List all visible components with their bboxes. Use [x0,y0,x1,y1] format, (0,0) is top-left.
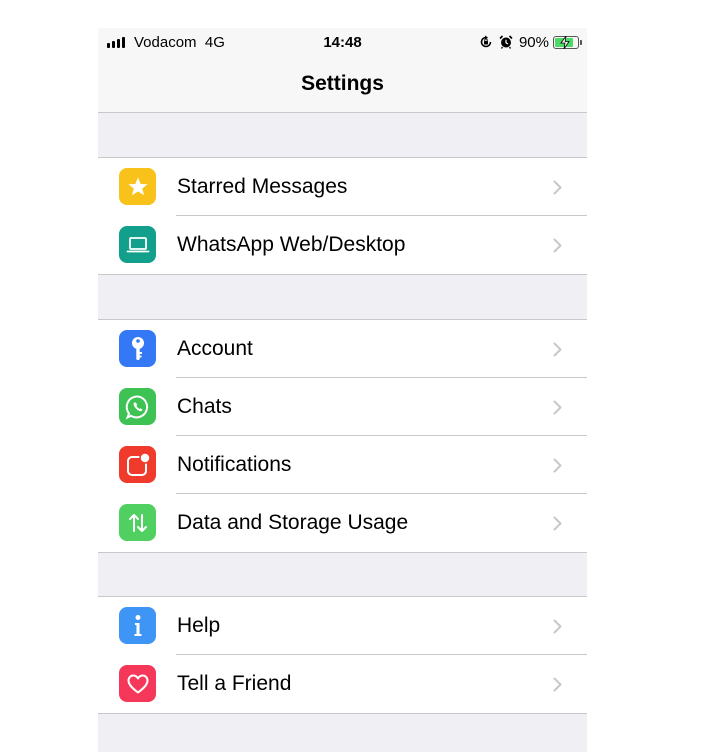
settings-row-account[interactable]: Account [98,320,587,378]
chevron-right-icon [553,458,562,473]
chevron-right-icon [553,677,562,692]
orientation-lock-icon [480,35,492,48]
info-icon [119,607,156,644]
key-icon [119,330,156,367]
battery-charging-icon [553,35,582,49]
settings-row-label: Help [177,614,221,637]
settings-row-data-storage[interactable]: Data and Storage Usage [98,494,587,552]
settings-screen: Vodacom 4G 14:48 90% Settings Starred Me… [98,28,587,752]
chevron-right-icon [553,180,562,195]
settings-row-label: Tell a Friend [177,672,292,695]
settings-group-support: Help Tell a Friend [98,596,587,714]
settings-row-tell-a-friend[interactable]: Tell a Friend [98,655,587,713]
settings-row-help[interactable]: Help [98,597,587,655]
alarm-icon [499,35,513,49]
chevron-right-icon [553,516,562,531]
settings-group-shortcuts: Starred Messages WhatsApp Web/Desktop [98,157,587,275]
settings-row-whatsapp-web[interactable]: WhatsApp Web/Desktop [98,216,587,274]
settings-group-main: Account Chats Notifications Data and Sto… [98,319,587,553]
chevron-right-icon [553,619,562,634]
status-bar: Vodacom 4G 14:48 90% [98,28,587,56]
settings-row-label: WhatsApp Web/Desktop [177,233,406,256]
settings-row-starred-messages[interactable]: Starred Messages [98,158,587,216]
heart-icon [119,665,156,702]
settings-row-label: Account [177,337,253,360]
whatsapp-icon [119,388,156,425]
chevron-right-icon [553,342,562,357]
settings-row-label: Starred Messages [177,175,348,198]
settings-row-label: Chats [177,395,232,418]
settings-row-chats[interactable]: Chats [98,378,587,436]
page-title: Settings [301,72,384,95]
navigation-bar: Settings [98,56,587,113]
settings-row-label: Data and Storage Usage [177,511,409,534]
battery-percent: 90% [518,33,549,51]
settings-row-label: Notifications [177,453,292,476]
settings-row-notifications[interactable]: Notifications [98,436,587,494]
up-down-arrows-icon [119,504,156,541]
chevron-right-icon [553,400,562,415]
notification-badge-icon [119,446,156,483]
star-icon [119,168,156,205]
chevron-right-icon [553,238,562,253]
laptop-icon [119,226,156,263]
